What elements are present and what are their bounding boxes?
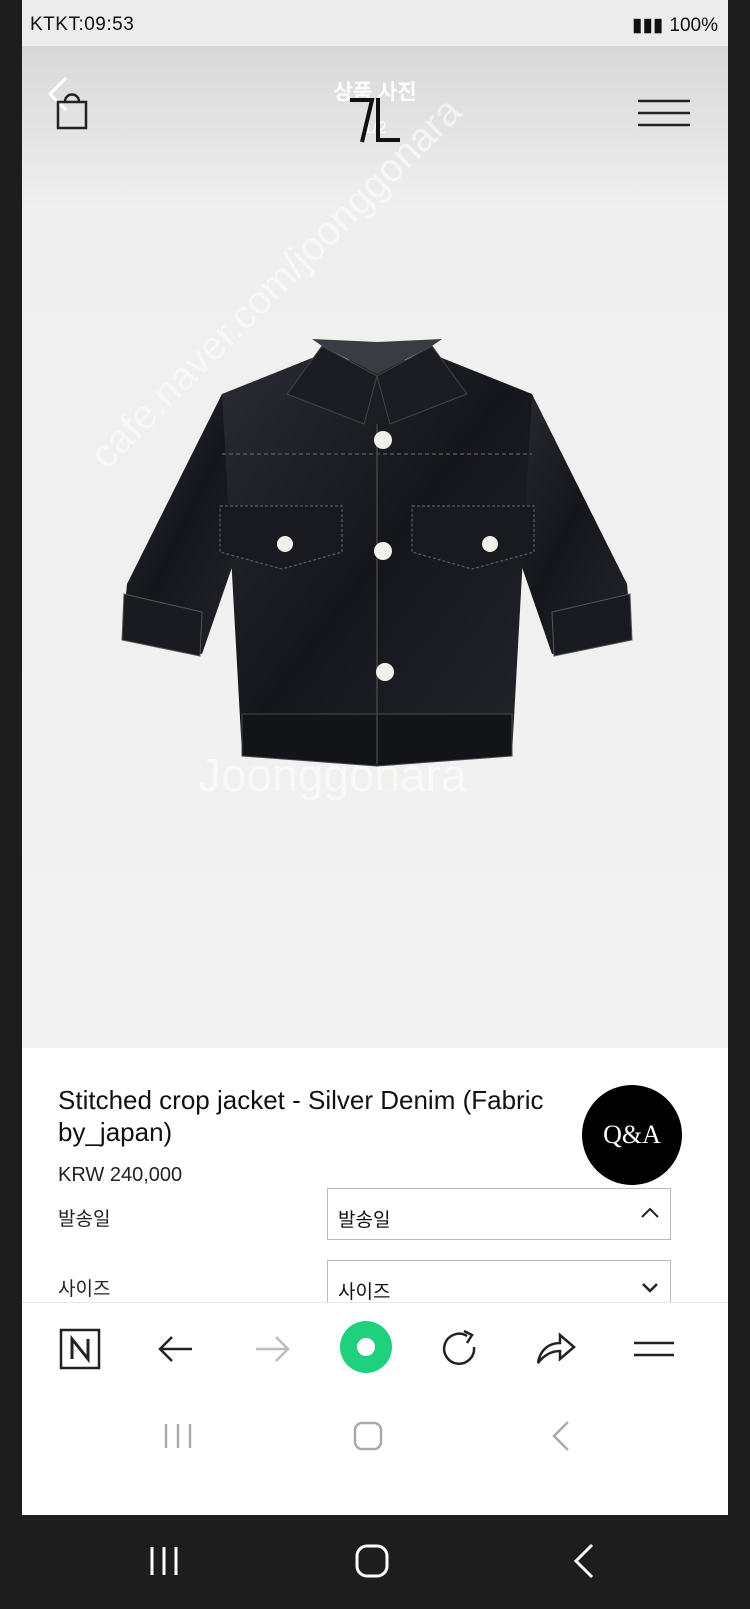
home-icon[interactable] <box>352 1541 392 1581</box>
home-green-icon[interactable] <box>338 1319 394 1375</box>
home-icon[interactable] <box>348 1416 388 1456</box>
product-title: Stitched crop jacket - Silver Denim (Fab… <box>58 1085 544 1147</box>
product-info: Stitched crop jacket - Silver Denim (Fab… <box>22 1048 728 1338</box>
size-value: 사이즈 <box>338 1282 391 1303</box>
option-label-ship-date: 발송일 <box>58 1209 111 1230</box>
naver-icon[interactable] <box>56 1325 104 1373</box>
refresh-icon[interactable] <box>436 1325 484 1373</box>
qa-button[interactable]: Q&A <box>582 1085 682 1185</box>
chevron-up-down-icon <box>641 1207 659 1218</box>
chevron-down-icon <box>642 1283 658 1293</box>
recent-apps-icon[interactable] <box>144 1541 184 1581</box>
back-nav-icon[interactable] <box>566 1541 606 1581</box>
browser-toolbar <box>22 1302 728 1393</box>
ship-date-select[interactable]: 발송일 <box>327 1188 671 1240</box>
brand-logo[interactable] <box>344 90 404 150</box>
battery-level: 100% <box>669 14 718 36</box>
android-nav-bar-inner <box>22 1392 728 1515</box>
status-bar: KTKT:09:53 ▮▮▮ 100% <box>22 0 728 46</box>
product-gallery[interactable]: 상품 사진 1/2 cafe.naver.com/joonggonara Joo… <box>22 46 728 1048</box>
ship-date-value: 발송일 <box>338 1210 391 1231</box>
arrow-left-icon[interactable] <box>152 1325 200 1373</box>
arrow-right-icon[interactable] <box>248 1325 296 1373</box>
product-image-jacket <box>121 339 633 788</box>
hamburger-icon[interactable] <box>630 1325 678 1373</box>
phone-screen: KTKT:09:53 ▮▮▮ 100% 상품 사진 1/2 cafe.naver… <box>22 0 728 1515</box>
share-icon[interactable] <box>532 1325 580 1373</box>
android-nav-bar <box>0 1515 750 1609</box>
status-icons: ▮▮▮ 100% <box>632 14 718 37</box>
option-label-size: 사이즈 <box>58 1279 111 1300</box>
status-time: KTKT:09:53 <box>30 14 135 35</box>
recent-apps-icon[interactable] <box>158 1416 198 1456</box>
back-nav-icon[interactable] <box>542 1416 582 1456</box>
signal-icon: ▮▮▮ <box>632 15 664 36</box>
product-price: KRW 240,000 <box>58 1164 183 1186</box>
menu-icon[interactable] <box>638 98 690 128</box>
